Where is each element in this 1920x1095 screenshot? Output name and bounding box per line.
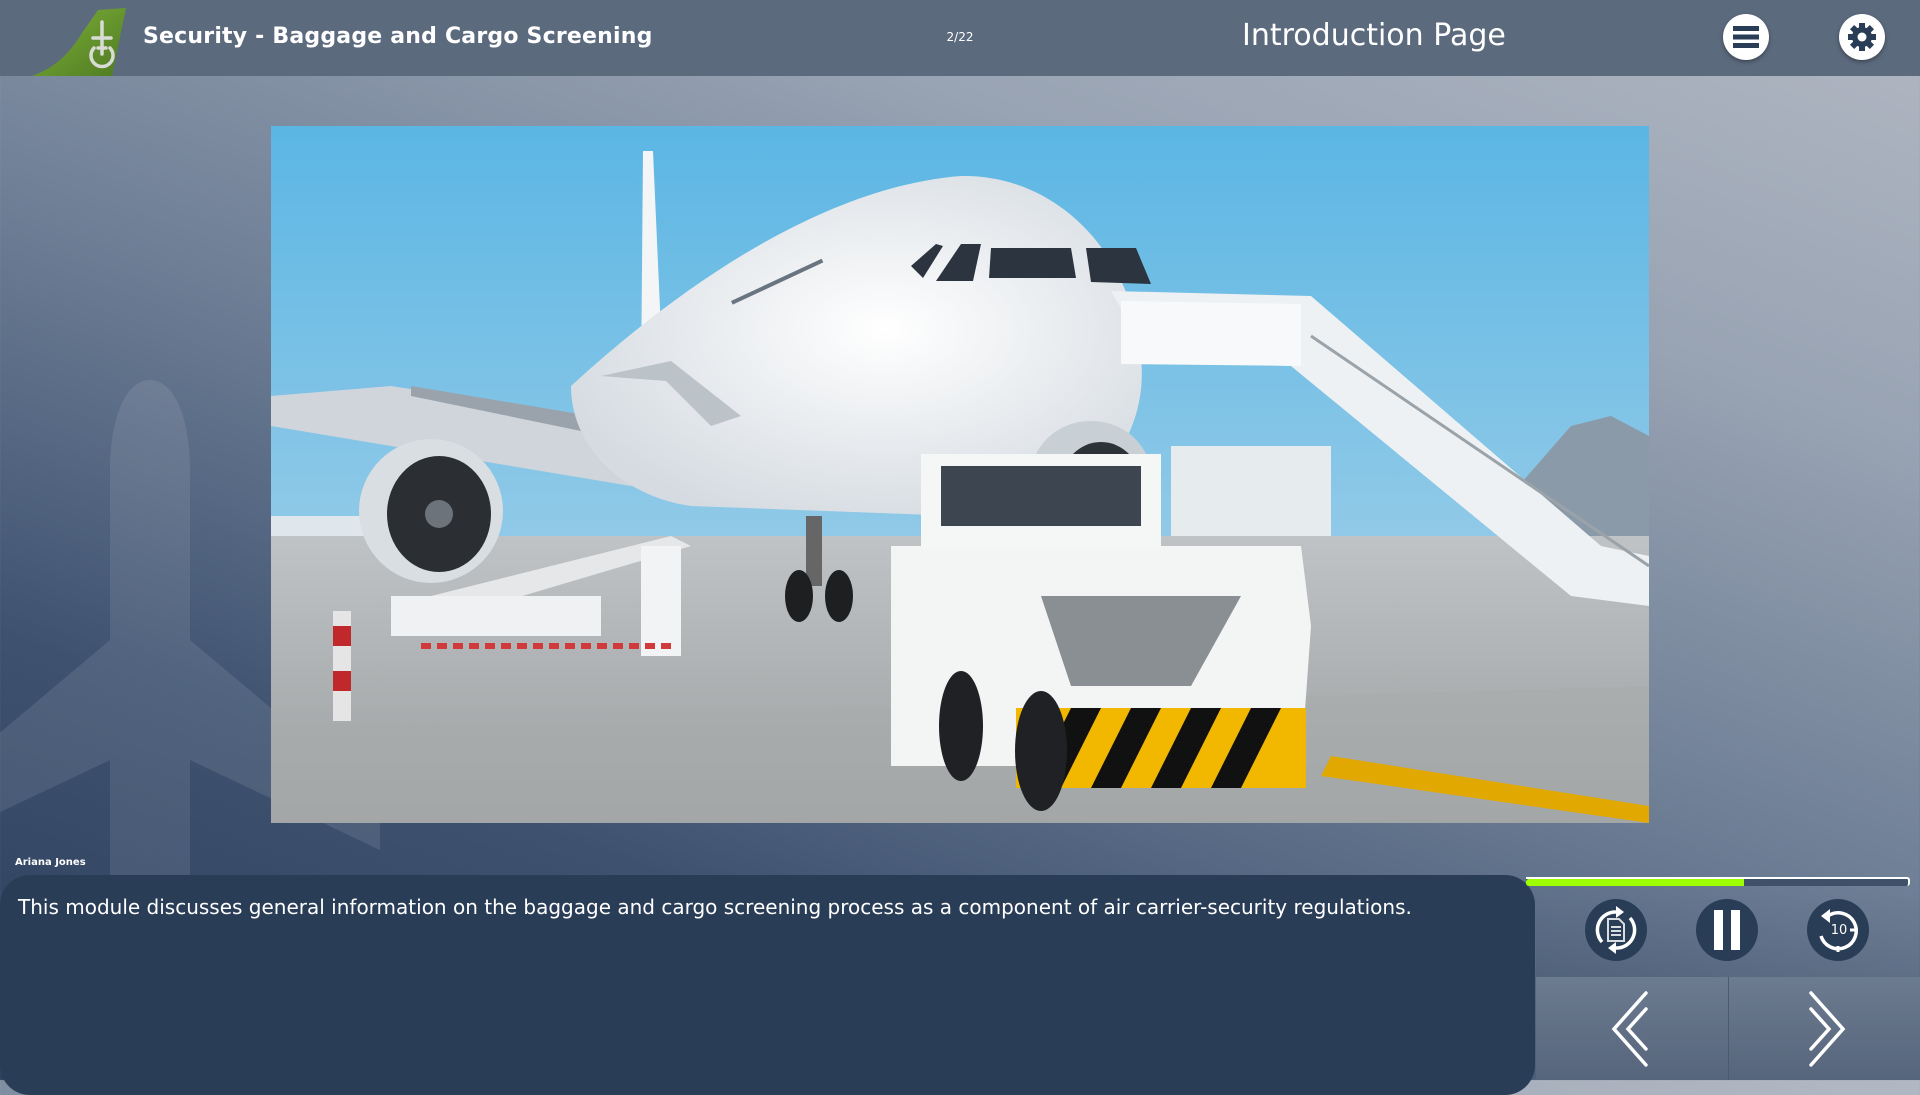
menu-button[interactable] <box>1723 14 1769 60</box>
content-image <box>271 126 1649 823</box>
caption-text: This module discusses general informatio… <box>18 895 1412 919</box>
gear-icon <box>1848 23 1876 51</box>
audio-progress-bar[interactable] <box>1526 877 1910 886</box>
hamburger-menu-icon <box>1733 26 1759 48</box>
replay-10-icon: 10 <box>1819 909 1858 952</box>
page-counter: 2/22 <box>946 30 974 44</box>
transcript-button[interactable] <box>1585 899 1647 961</box>
speaker-name: Ariana Jones <box>15 857 86 868</box>
progress-fill <box>1526 879 1744 886</box>
top-bar: Security - Baggage and Cargo Screening 2… <box>0 0 1920 76</box>
airplane-at-gate-image <box>271 126 1649 823</box>
replay-seconds-label: 10 <box>1831 923 1848 938</box>
next-page-button[interactable] <box>1729 977 1920 1080</box>
airline-tail-logo <box>32 8 126 76</box>
pause-icon <box>1714 910 1740 950</box>
settings-button[interactable] <box>1839 14 1885 60</box>
double-chevron-right-icon <box>1809 990 1846 1067</box>
previous-page-button[interactable] <box>1536 977 1729 1080</box>
double-chevron-left-icon <box>1611 990 1648 1067</box>
transcript-refresh-icon <box>1595 906 1637 954</box>
pause-button[interactable] <box>1696 899 1758 961</box>
page-title: Introduction Page <box>1242 18 1506 53</box>
caption-panel: This module discusses general informatio… <box>0 875 1535 1095</box>
course-title: Security - Baggage and Cargo Screening <box>143 24 653 49</box>
replay-10-button[interactable]: 10 <box>1807 899 1869 961</box>
